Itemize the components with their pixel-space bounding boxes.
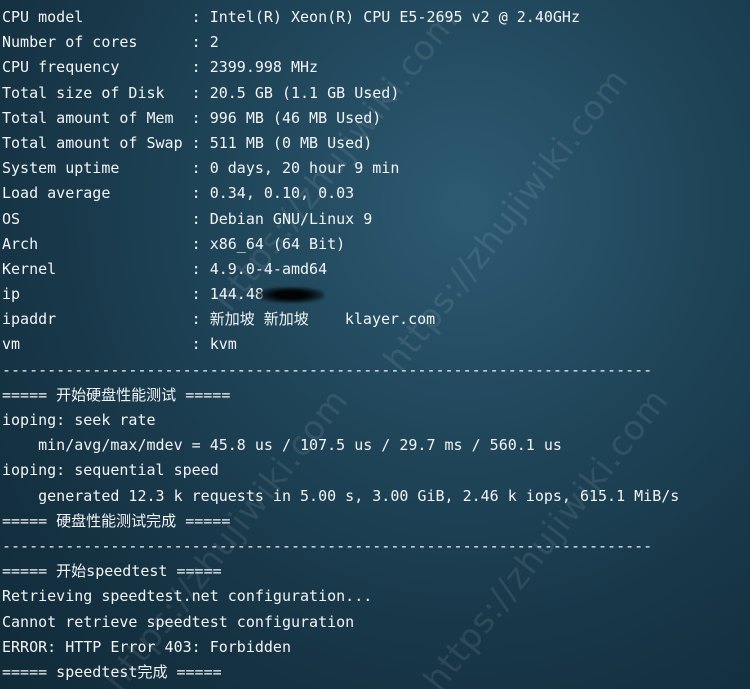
- system-info-value: 511 MB (0 MB Used): [209, 133, 373, 152]
- system-info-label: CPU model: [2, 8, 183, 26]
- redacted-ip-mask: [257, 286, 324, 303]
- system-info-value: 20.5 GB (1.1 GB Used): [209, 83, 400, 102]
- system-info-row: Kernel : 4.9.0-4-amd64: [2, 259, 328, 278]
- system-info-row: vm : kvm: [2, 335, 237, 354]
- speedtest-header: ===== 开始speedtest =====: [2, 562, 222, 581]
- system-info-label: ipaddr: [2, 310, 183, 329]
- system-info-row: CPU frequency : 2399.998 MHz: [2, 58, 319, 77]
- separator-line: ----------------------------------------…: [2, 536, 653, 555]
- system-info-row: Arch : x86_64 (64 Bit): [2, 234, 346, 253]
- system-info-value: 0 days, 20 hour 9 min: [209, 159, 400, 178]
- system-info-value: 新加坡 新加坡 klayer.com: [209, 310, 436, 329]
- system-info-label: Total amount of Swap: [2, 133, 183, 152]
- system-info-row: Total size of Disk : 20.5 GB (1.1 GB Use…: [2, 83, 400, 102]
- disk-test-footer: ===== 硬盘性能测试完成 =====: [2, 511, 231, 530]
- system-info-label: ip: [2, 285, 183, 304]
- disk-test-header: ===== 开始硬盘性能测试 =====: [2, 385, 231, 404]
- system-info-value: Intel(R) Xeon(R) CPU E5-2695 v2 @ 2.40GH…: [209, 8, 580, 26]
- system-info-label: Number of cores: [2, 33, 183, 52]
- ioping-seq-result: generated 12.3 k requests in 5.00 s, 3.0…: [2, 486, 680, 505]
- system-info-value: 2: [209, 33, 219, 52]
- system-info-label: Total amount of Mem: [2, 108, 183, 127]
- system-info-row: ipaddr : 新加坡 新加坡 klayer.com: [2, 310, 436, 329]
- system-info-block: CPU model : Intel(R) Xeon(R) CPU E5-2695…: [2, 5, 748, 358]
- system-info-value: 0.34, 0.10, 0.03: [209, 184, 355, 203]
- system-info-label: Kernel: [2, 259, 183, 278]
- system-info-value: 996 MB (46 MB Used): [209, 108, 382, 127]
- system-info-row: CPU model : Intel(R) Xeon(R) CPU E5-2695…: [2, 8, 580, 26]
- system-info-label: Total size of Disk: [2, 83, 183, 102]
- system-info-label: OS: [2, 209, 183, 228]
- system-info-label: Load average: [2, 184, 183, 203]
- speedtest-retrieving: Retrieving speedtest.net configuration..…: [2, 587, 373, 606]
- system-info-row: ip : 144.48: [2, 282, 748, 307]
- system-info-row: Number of cores : 2: [2, 33, 219, 52]
- speedtest-footer: ===== speedtest完成 =====: [2, 662, 222, 681]
- speedtest-error: ERROR: HTTP Error 403: Forbidden: [2, 637, 291, 656]
- system-info-value: 144.48: [209, 285, 264, 304]
- system-info-row: Load average : 0.34, 0.10, 0.03: [2, 184, 355, 203]
- system-info-value: 2399.998 MHz: [209, 58, 319, 77]
- ioping-seq-label: ioping: sequential speed: [2, 461, 219, 480]
- terminal-output[interactable]: CPU model : Intel(R) Xeon(R) CPU E5-2695…: [2, 5, 748, 685]
- system-info-label: System uptime: [2, 159, 183, 178]
- system-info-value: 4.9.0-4-amd64: [209, 259, 328, 278]
- ioping-seek-label: ioping: seek rate: [2, 411, 156, 429]
- system-info-label: Arch: [2, 234, 183, 253]
- system-info-label: vm: [2, 335, 183, 354]
- speedtest-cannot-retrieve: Cannot retrieve speedtest configuration: [2, 612, 355, 631]
- ioping-seek-result: min/avg/max/mdev = 45.8 us / 107.5 us / …: [2, 436, 562, 455]
- system-info-row: Total amount of Swap : 511 MB (0 MB Used…: [2, 133, 373, 152]
- system-info-row: System uptime : 0 days, 20 hour 9 min: [2, 159, 400, 178]
- system-info-value: kvm: [209, 335, 237, 354]
- system-info-row: OS : Debian GNU/Linux 9: [2, 209, 373, 228]
- separator-line: ----------------------------------------…: [2, 360, 653, 379]
- system-info-row: Total amount of Mem : 996 MB (46 MB Used…: [2, 108, 382, 127]
- system-info-value: Debian GNU/Linux 9: [209, 209, 373, 228]
- system-info-label: CPU frequency: [2, 58, 183, 77]
- system-info-value: x86_64 (64 Bit): [209, 234, 346, 253]
